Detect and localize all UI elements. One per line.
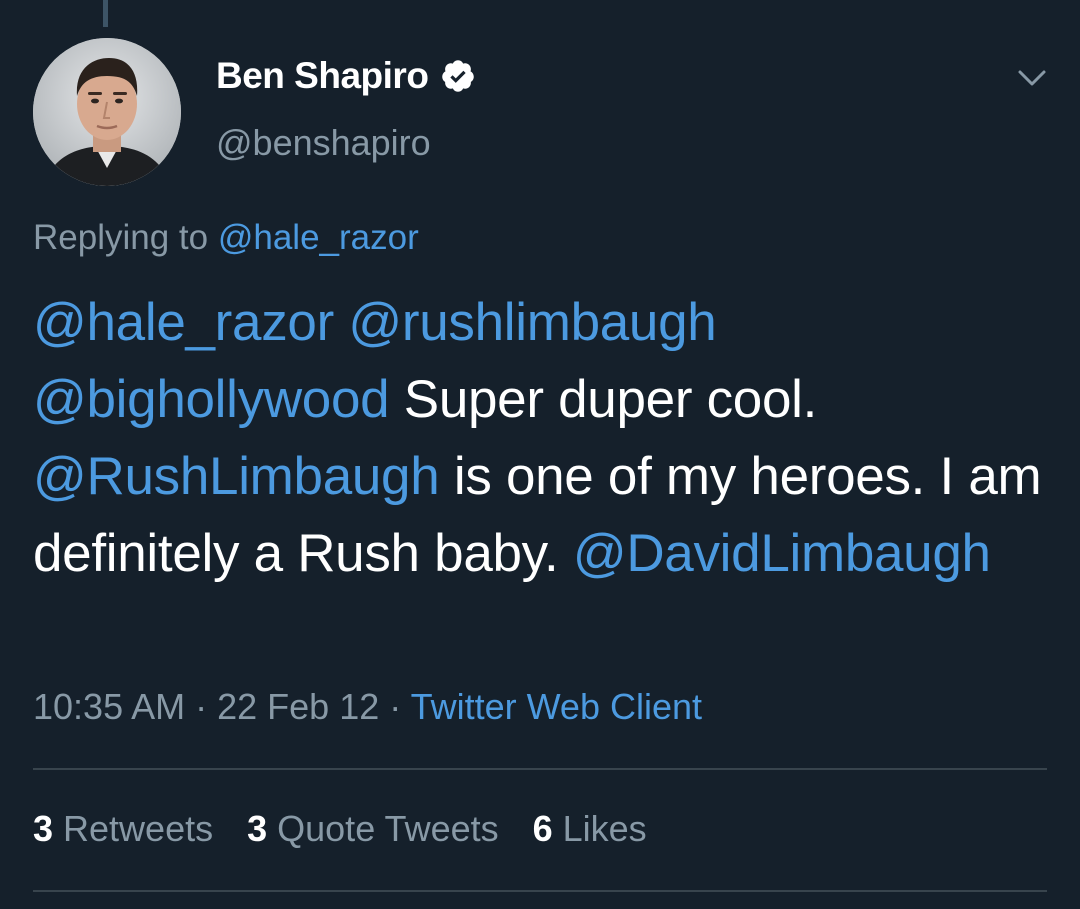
tweet-detail-page: Ben Shapiro @benshapiro Replying to @hal…	[0, 0, 1080, 909]
tweet-time[interactable]: 10:35 AM	[33, 686, 185, 727]
thread-connector-line	[103, 0, 108, 27]
avatar[interactable]	[33, 38, 181, 186]
divider	[33, 768, 1047, 770]
tweet-meta: 10:35 AM · 22 Feb 12 · Twitter Web Clien…	[33, 686, 702, 728]
tweet-stats: 3 Retweets 3 Quote Tweets 6 Likes	[33, 808, 647, 850]
likes-stat[interactable]: 6 Likes	[533, 808, 647, 850]
retweets-stat[interactable]: 3 Retweets	[33, 808, 213, 850]
tweet-text-segment: Super duper cool.	[389, 370, 818, 429]
retweets-label: Retweets	[63, 808, 214, 849]
meta-separator: ·	[185, 686, 218, 727]
likes-label: Likes	[562, 808, 647, 849]
tweet-source-link[interactable]: Twitter Web Client	[411, 686, 702, 727]
tweet-author[interactable]: Ben Shapiro @benshapiro	[216, 52, 476, 164]
quote-tweets-label: Quote Tweets	[277, 808, 499, 849]
author-display-name[interactable]: Ben Shapiro	[216, 55, 429, 97]
replying-to-line: Replying to @hale_razor	[33, 218, 419, 258]
mention-link[interactable]: @hale_razor	[33, 293, 334, 352]
tweet-date[interactable]: 22 Feb 12	[217, 686, 379, 727]
mention-link[interactable]: @RushLimbaugh	[33, 447, 440, 506]
meta-separator: ·	[379, 686, 411, 727]
author-handle[interactable]: @benshapiro	[216, 122, 476, 164]
replying-to-handle-link[interactable]: @hale_razor	[218, 218, 419, 257]
retweets-count: 3	[33, 808, 54, 849]
avatar-photo-icon	[33, 38, 181, 186]
mention-link[interactable]: @rushlimbaugh	[348, 293, 716, 352]
tweet-text: @hale_razor @rushlimbaugh @bighollywood …	[33, 284, 1043, 592]
quote-tweets-count: 3	[247, 808, 268, 849]
verified-badge-icon	[442, 60, 475, 92]
likes-count: 6	[532, 808, 553, 849]
mention-link[interactable]: @bighollywood	[33, 370, 390, 429]
author-name-row: Ben Shapiro	[216, 52, 476, 100]
replying-to-prefix: Replying to	[33, 218, 209, 257]
chevron-down-icon[interactable]	[1012, 58, 1052, 98]
quote-tweets-stat[interactable]: 3 Quote Tweets	[247, 808, 499, 850]
divider	[33, 890, 1047, 892]
tweet-text-segment	[334, 293, 348, 352]
mention-link[interactable]: @DavidLimbaugh	[573, 524, 991, 583]
